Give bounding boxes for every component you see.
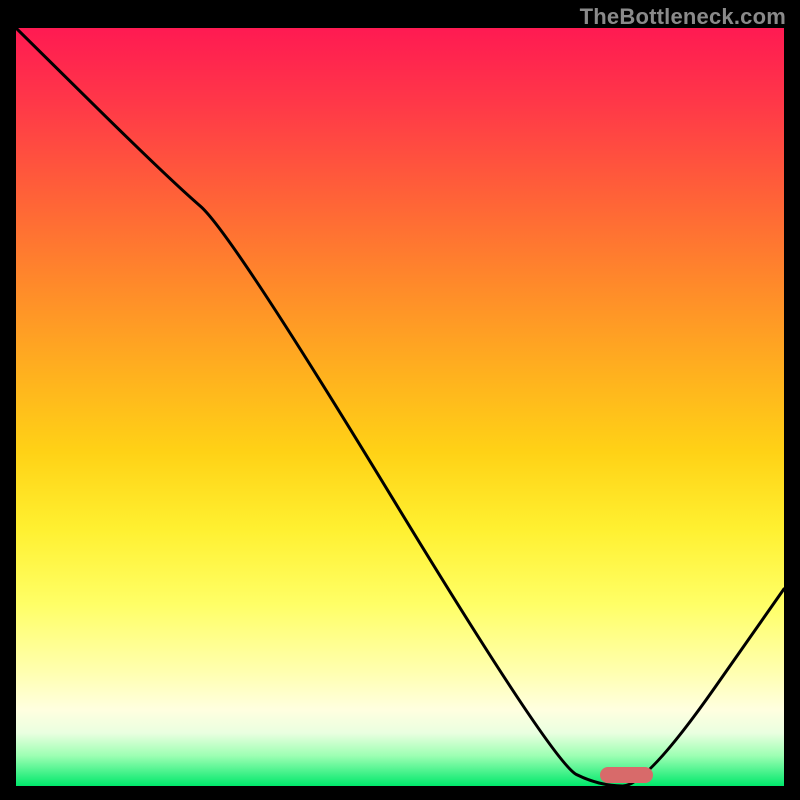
bottleneck-curve xyxy=(16,28,784,786)
optimal-marker xyxy=(600,767,654,783)
watermark-label: TheBottleneck.com xyxy=(580,4,786,30)
chart-frame: TheBottleneck.com xyxy=(0,0,800,800)
plot-area xyxy=(16,28,784,786)
